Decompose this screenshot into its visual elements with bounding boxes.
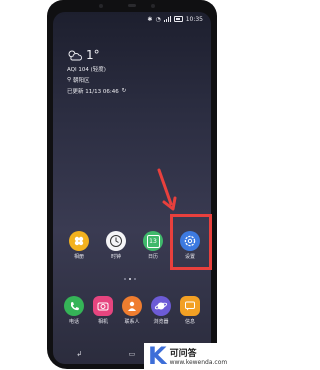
watermark-url: www.kewenda.com (169, 359, 228, 366)
app-label: 电话 (68, 319, 79, 325)
front-camera (151, 4, 155, 8)
dock-contacts[interactable]: 联系人 (119, 296, 145, 325)
app-label: 信息 (184, 319, 195, 325)
app-label: 联系人 (124, 319, 140, 325)
annotation-arrow (157, 168, 177, 211)
app-clock[interactable]: 时钟 (103, 231, 129, 260)
status-bar: ✱ ◔ 10:35 (147, 14, 203, 24)
wifi-icon: ◔ (155, 15, 161, 23)
browser-planet-icon (151, 296, 171, 316)
signal-icon (163, 16, 171, 22)
watermark: K 可问答 www.kewenda.com (144, 343, 264, 369)
messages-icon (180, 296, 200, 316)
app-label: 日历 (147, 254, 158, 260)
battery-icon (173, 16, 183, 22)
app-calendar[interactable]: 13 日历 (140, 231, 166, 260)
location-pin-icon: ⚲ (67, 77, 72, 83)
settings-highlight-box (170, 214, 212, 270)
home-icon[interactable]: ▭ (129, 350, 136, 358)
phone-icon (64, 296, 84, 316)
bluetooth-icon: ✱ (147, 15, 153, 23)
temperature: 1° (86, 48, 100, 62)
dock-camera[interactable]: 相机 (90, 296, 116, 325)
calendar-date: 13 (146, 234, 160, 248)
watermark-text: 可问答 (169, 349, 197, 359)
earpiece (128, 4, 136, 7)
dock-messages[interactable]: 信息 (177, 296, 203, 325)
app-label: 浏览器 (153, 319, 169, 325)
app-label: 相机 (97, 319, 108, 325)
refresh-icon[interactable]: ↻ (122, 88, 127, 94)
status-time: 10:35 (185, 15, 203, 23)
contacts-icon (122, 296, 142, 316)
app-gallery[interactable]: 相册 (66, 231, 92, 260)
aqi-text: AQI 104 (轻度) (67, 67, 106, 73)
front-sensor (99, 4, 103, 8)
updated-text: 已更新 11/13 06:46 (67, 89, 119, 95)
calendar-icon: 13 (143, 231, 163, 251)
location-text: 朝阳区 (73, 78, 90, 84)
weather-widget[interactable]: 1° AQI 104 (轻度) ⚲ 朝阳区 已更新 11/13 06:46 ↻ (67, 48, 126, 95)
app-label: 时钟 (110, 254, 121, 260)
watermark-logo: K (148, 342, 167, 370)
camera-icon (93, 296, 113, 316)
page-indicator[interactable] (124, 278, 136, 280)
partly-cloudy-icon (68, 50, 82, 61)
gallery-icon (69, 231, 89, 251)
clock-icon (106, 231, 126, 251)
recent-apps-icon[interactable]: ↲ (76, 350, 82, 358)
dock-browser[interactable]: 浏览器 (148, 296, 174, 325)
dock-phone[interactable]: 电话 (61, 296, 87, 325)
app-label: 相册 (73, 254, 84, 260)
home-screen: ✱ ◔ 10:35 1° AQI 104 (轻度) ⚲ 朝阳区 已更新 11/1… (53, 12, 211, 364)
phone-frame: ✱ ◔ 10:35 1° AQI 104 (轻度) ⚲ 朝阳区 已更新 11/1… (47, 0, 217, 369)
